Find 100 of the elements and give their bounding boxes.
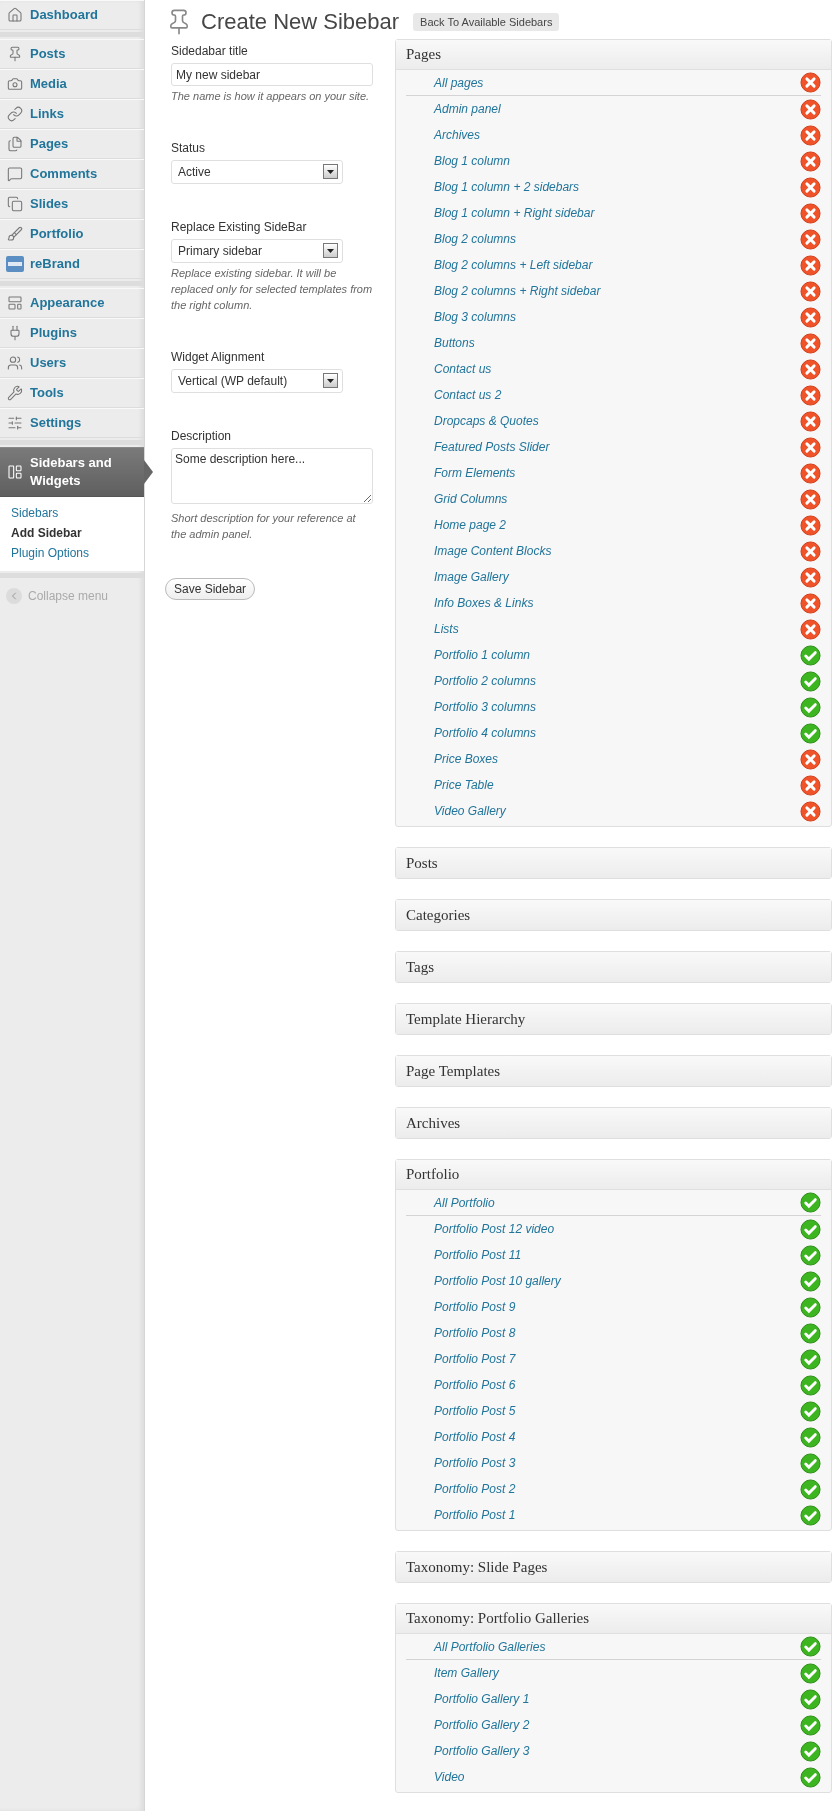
template-link[interactable]: Portfolio Post 2 (434, 1482, 516, 1496)
menu-item[interactable]: Users (0, 348, 144, 378)
template-link[interactable]: All Portfolio Galleries (434, 1639, 546, 1654)
template-link[interactable]: All Portfolio (434, 1195, 495, 1210)
template-link[interactable]: Price Boxes (434, 752, 499, 766)
close-icon[interactable] (800, 540, 821, 562)
template-link[interactable]: Portfolio Post 3 (434, 1456, 516, 1470)
template-link[interactable]: Contact us (434, 362, 492, 376)
template-link[interactable]: Form Elements (434, 466, 516, 480)
panel-header[interactable]: Taxonomy: Portfolio Galleries (396, 1604, 831, 1634)
panel-header[interactable]: Archives (396, 1108, 831, 1138)
check-icon[interactable] (800, 1662, 821, 1684)
menu-item[interactable]: Media (0, 69, 144, 99)
check-icon[interactable] (800, 1296, 821, 1318)
close-icon[interactable] (800, 150, 821, 172)
template-link[interactable]: Archives (434, 128, 480, 142)
template-link[interactable]: Blog 1 column (434, 154, 511, 168)
close-icon[interactable] (800, 306, 821, 328)
check-icon[interactable] (800, 1244, 821, 1266)
template-link[interactable]: Featured Posts Slider (434, 440, 550, 454)
select-field[interactable]: Active (171, 159, 343, 184)
close-icon[interactable] (800, 774, 821, 796)
close-icon[interactable] (800, 592, 821, 614)
menu-item[interactable]: Slides (0, 189, 144, 219)
menu-item[interactable]: Links (0, 99, 144, 129)
check-icon[interactable] (800, 1270, 821, 1292)
template-link[interactable]: Blog 2 columns (434, 232, 517, 246)
check-icon[interactable] (800, 722, 821, 744)
template-link[interactable]: Portfolio Gallery 1 (434, 1692, 530, 1706)
close-icon[interactable] (800, 462, 821, 484)
check-icon[interactable] (800, 1192, 821, 1213)
template-link[interactable]: Blog 1 column + Right sidebar (434, 206, 595, 220)
panel-header[interactable]: Page Templates (396, 1056, 831, 1086)
template-link[interactable]: Portfolio 4 columns (434, 726, 537, 740)
check-icon[interactable] (800, 1348, 821, 1370)
panel-header[interactable]: Posts (396, 848, 831, 878)
template-link[interactable]: Blog 2 columns + Right sidebar (434, 284, 601, 298)
check-icon[interactable] (800, 1504, 821, 1526)
template-link[interactable]: Price Table (434, 778, 494, 792)
template-link[interactable]: Portfolio Post 6 (434, 1378, 516, 1392)
menu-item[interactable]: Posts (0, 39, 144, 69)
check-icon[interactable] (800, 1478, 821, 1500)
check-icon[interactable] (800, 1714, 821, 1736)
template-link[interactable]: Admin panel (434, 102, 501, 116)
close-icon[interactable] (800, 514, 821, 536)
close-icon[interactable] (800, 384, 821, 406)
template-link[interactable]: Portfolio Post 8 (434, 1326, 516, 1340)
template-link[interactable]: Info Boxes & Links (434, 596, 534, 610)
check-icon[interactable] (800, 1218, 821, 1240)
back-button[interactable]: Back To Available Sidebars (413, 13, 560, 31)
template-link[interactable]: Blog 2 columns + Left sidebar (434, 258, 593, 272)
close-icon[interactable] (800, 254, 821, 276)
panel-header[interactable]: Tags (396, 952, 831, 982)
template-link[interactable]: Portfolio Gallery 2 (434, 1718, 530, 1732)
panel-header[interactable]: Taxonomy: Slide Pages (396, 1552, 831, 1582)
submenu-item[interactable]: Plugin Options (0, 543, 144, 564)
select-field[interactable]: Vertical (WP default) (171, 368, 343, 393)
template-link[interactable]: Portfolio Post 11 (434, 1248, 522, 1262)
panel-header[interactable]: Template Hierarchy (396, 1004, 831, 1034)
template-link[interactable]: Portfolio Post 10 gallery (434, 1274, 561, 1288)
template-link[interactable]: Home page 2 (434, 518, 507, 532)
save-button[interactable]: Save Sidebar (165, 577, 256, 600)
check-icon[interactable] (800, 1374, 821, 1396)
template-link[interactable]: Lists (434, 622, 459, 636)
menu-item[interactable]: Portfolio (0, 219, 144, 249)
check-icon[interactable] (800, 1740, 821, 1762)
text-field[interactable]: My new sidebar (171, 63, 373, 86)
menu-item[interactable]: reBrand (0, 249, 144, 279)
template-link[interactable]: Portfolio Post 12 video (434, 1222, 555, 1236)
template-link[interactable]: Contact us 2 (434, 388, 502, 402)
check-icon[interactable] (800, 1322, 821, 1344)
close-icon[interactable] (800, 124, 821, 146)
menu-item[interactable]: Appearance (0, 288, 144, 318)
template-link[interactable]: Portfolio 2 columns (434, 674, 537, 688)
template-link[interactable]: Buttons (434, 336, 475, 350)
close-icon[interactable] (800, 748, 821, 770)
template-link[interactable]: Dropcaps & Quotes (434, 414, 539, 428)
check-icon[interactable] (800, 696, 821, 718)
close-icon[interactable] (800, 618, 821, 640)
template-link[interactable]: Portfolio 1 column (434, 648, 531, 662)
close-icon[interactable] (800, 280, 821, 302)
check-icon[interactable] (800, 1400, 821, 1422)
menu-item[interactable]: Comments (0, 159, 144, 189)
close-icon[interactable] (800, 436, 821, 458)
close-icon[interactable] (800, 566, 821, 588)
template-link[interactable]: Blog 1 column + 2 sidebars (434, 180, 580, 194)
check-icon[interactable] (800, 1688, 821, 1710)
select-field[interactable]: Primary sidebar (171, 238, 343, 263)
template-link[interactable]: Image Content Blocks (434, 544, 552, 558)
template-link[interactable]: Portfolio Post 4 (434, 1430, 516, 1444)
close-icon[interactable] (800, 358, 821, 380)
description-field[interactable]: Some description here... (171, 447, 373, 504)
close-icon[interactable] (800, 72, 821, 93)
template-link[interactable]: Portfolio 3 columns (434, 700, 537, 714)
template-link[interactable]: Portfolio Post 1 (434, 1508, 516, 1522)
template-link[interactable]: Image Gallery (434, 570, 509, 584)
submenu-item[interactable]: Add Sidebar (0, 523, 144, 544)
check-icon[interactable] (800, 1426, 821, 1448)
template-link[interactable]: Item Gallery (434, 1666, 499, 1680)
menu-item[interactable]: Tools (0, 378, 144, 408)
